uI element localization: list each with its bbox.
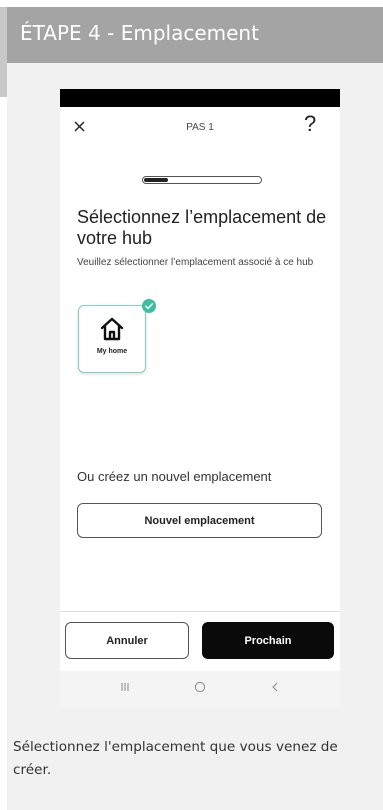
location-card-my-home[interactable]: My home xyxy=(78,305,146,373)
location-card-label: My home xyxy=(96,348,128,355)
footer-divider xyxy=(60,611,340,612)
page-subtitle: Veuillez sélectionner l’emplacement asso… xyxy=(77,257,314,268)
android-nav-bar xyxy=(60,671,340,707)
step-indicator: PAS 1 xyxy=(186,122,214,133)
check-icon xyxy=(142,299,156,313)
progress-bar xyxy=(142,176,262,184)
instruction-caption: Sélectionnez l'emplacement que vous vene… xyxy=(13,739,338,778)
cancel-button[interactable]: Annuler xyxy=(65,622,189,659)
recent-apps-icon[interactable] xyxy=(118,680,132,694)
page-title: Sélectionnez l’emplacement de votre hub xyxy=(77,207,327,248)
house-icon xyxy=(100,317,124,341)
progress-fill xyxy=(144,178,168,182)
status-bar xyxy=(60,89,340,107)
left-rail xyxy=(0,7,7,97)
phone-screenshot: PAS 1 ? Sélectionnez l’emplacement de vo… xyxy=(60,89,340,707)
step-header: ÉTAPE 4 - Emplacement xyxy=(7,7,383,63)
new-location-button[interactable]: Nouvel emplacement xyxy=(77,503,322,538)
back-icon[interactable] xyxy=(268,680,282,694)
help-icon[interactable]: ? xyxy=(304,111,316,137)
step-card: ÉTAPE 4 - Emplacement PAS 1 ? Sélectionn… xyxy=(7,7,383,810)
step-title: ÉTAPE 4 - Emplacement xyxy=(20,21,259,45)
next-button[interactable]: Prochain xyxy=(202,622,334,659)
or-create-text: Ou créez un nouvel emplacement xyxy=(77,469,272,484)
home-nav-icon[interactable] xyxy=(193,680,207,694)
